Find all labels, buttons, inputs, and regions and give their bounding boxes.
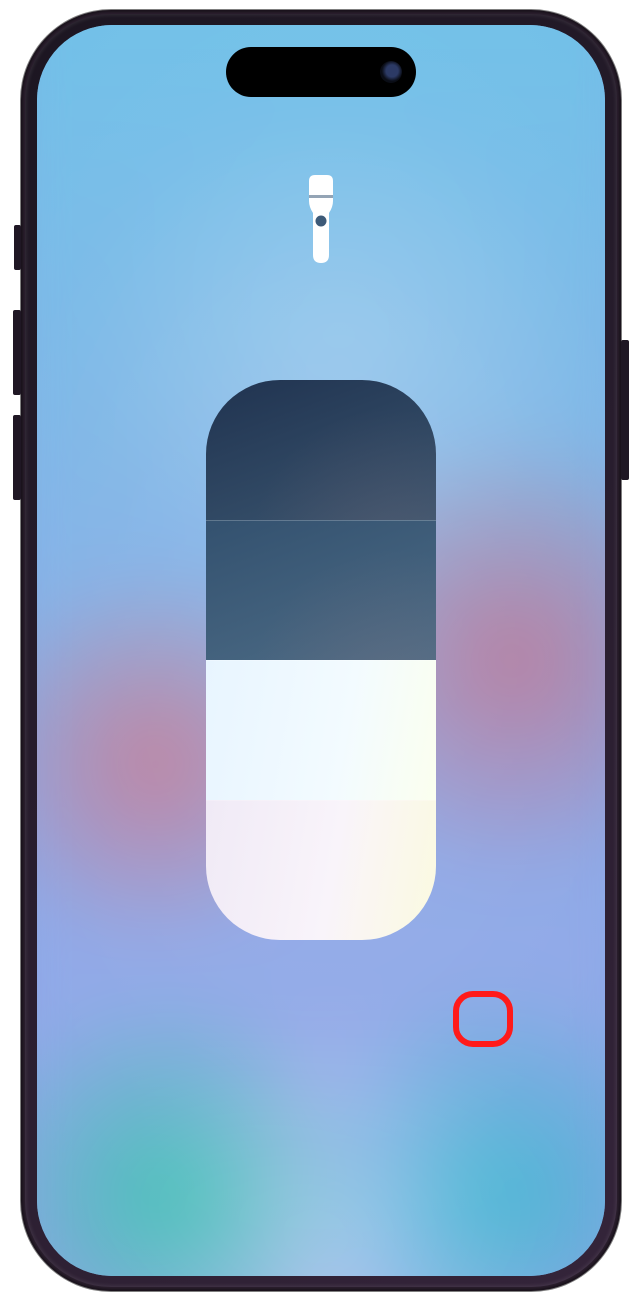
segment-divider — [206, 520, 436, 521]
volume-down-button — [13, 415, 21, 500]
screen[interactable] — [37, 25, 605, 1276]
level-segment-4[interactable] — [206, 380, 436, 520]
level-segment-2[interactable] — [206, 660, 436, 800]
dynamic-island — [226, 47, 416, 97]
flashlight-icon — [297, 173, 345, 265]
level-segment-3[interactable] — [206, 520, 436, 660]
volume-up-button — [13, 310, 21, 395]
side-button — [621, 340, 629, 480]
ring-silent-switch — [14, 225, 21, 270]
flashlight-level-slider[interactable] — [206, 380, 436, 940]
segment-divider — [206, 660, 436, 661]
level-segment-1[interactable] — [206, 800, 436, 940]
annotation-marker — [453, 991, 513, 1047]
segment-divider — [206, 800, 436, 801]
front-camera — [380, 61, 402, 83]
